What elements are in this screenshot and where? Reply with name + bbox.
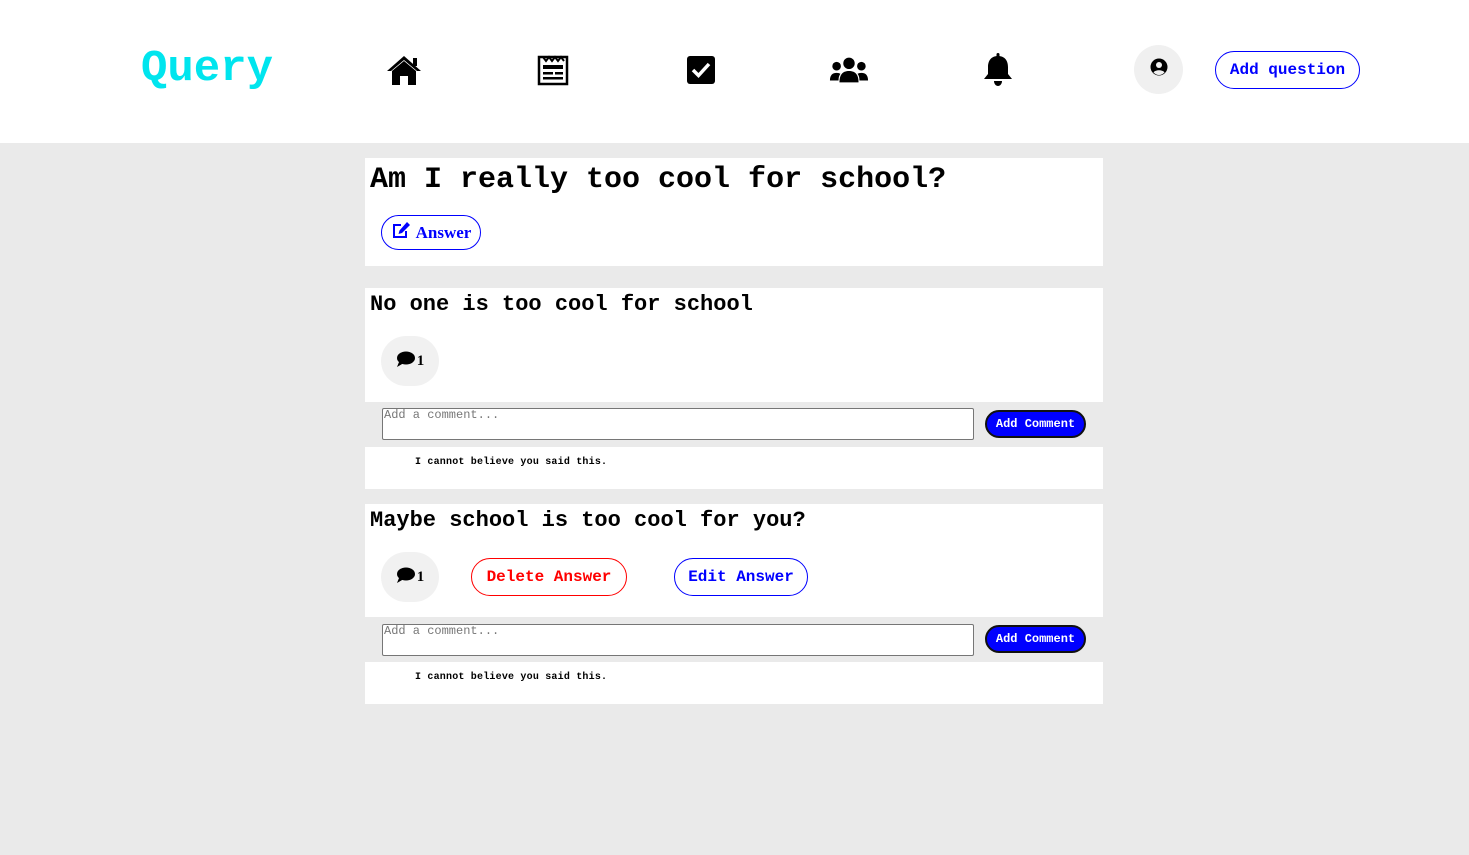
comment-input[interactable] [382, 408, 974, 440]
delete-answer-button[interactable]: Delete Answer [471, 558, 627, 596]
comment-text: I cannot believe you said this. [415, 457, 608, 468]
comment-text: I cannot believe you said this. [415, 672, 608, 683]
comments-toggle-button[interactable]: 1 [381, 552, 439, 602]
newspaper-icon[interactable] [533, 52, 573, 88]
top-navbar: Query Add question [0, 0, 1469, 143]
user-circle-icon [1150, 58, 1168, 81]
comment-icon [396, 351, 416, 372]
answer-card: No one is too cool for school 1 [365, 288, 1103, 402]
add-comment-button[interactable]: Add Comment [985, 410, 1086, 438]
question-title: Am I really too cool for school? [370, 163, 947, 197]
answer-card: Maybe school is too cool for you? 1 Dele… [365, 504, 1103, 617]
add-question-button[interactable]: Add question [1215, 51, 1360, 89]
comment-input[interactable] [382, 624, 974, 656]
answer-text: No one is too cool for school [370, 292, 753, 317]
comment-item: I cannot believe you said this. [365, 447, 1103, 489]
check-square-icon[interactable] [681, 52, 721, 88]
comment-count: 1 [416, 352, 425, 369]
profile-avatar-button[interactable] [1134, 45, 1183, 94]
edit-icon [391, 221, 411, 244]
bell-icon[interactable] [978, 52, 1018, 88]
comment-icon [396, 567, 416, 588]
answer-button[interactable]: Answer [381, 215, 481, 250]
comment-count: 1 [416, 568, 425, 585]
comment-item: I cannot believe you said this. [365, 662, 1103, 704]
edit-answer-button[interactable]: Edit Answer [674, 558, 808, 596]
comments-toggle-button[interactable]: 1 [381, 336, 439, 386]
add-comment-button[interactable]: Add Comment [985, 625, 1086, 653]
users-icon[interactable] [829, 52, 869, 88]
answer-button-label: Answer [415, 222, 472, 242]
question-card: Am I really too cool for school? Answer [365, 158, 1103, 266]
answer-text: Maybe school is too cool for you? [370, 508, 806, 533]
logo[interactable]: Query [141, 42, 273, 96]
home-icon[interactable] [384, 52, 424, 88]
